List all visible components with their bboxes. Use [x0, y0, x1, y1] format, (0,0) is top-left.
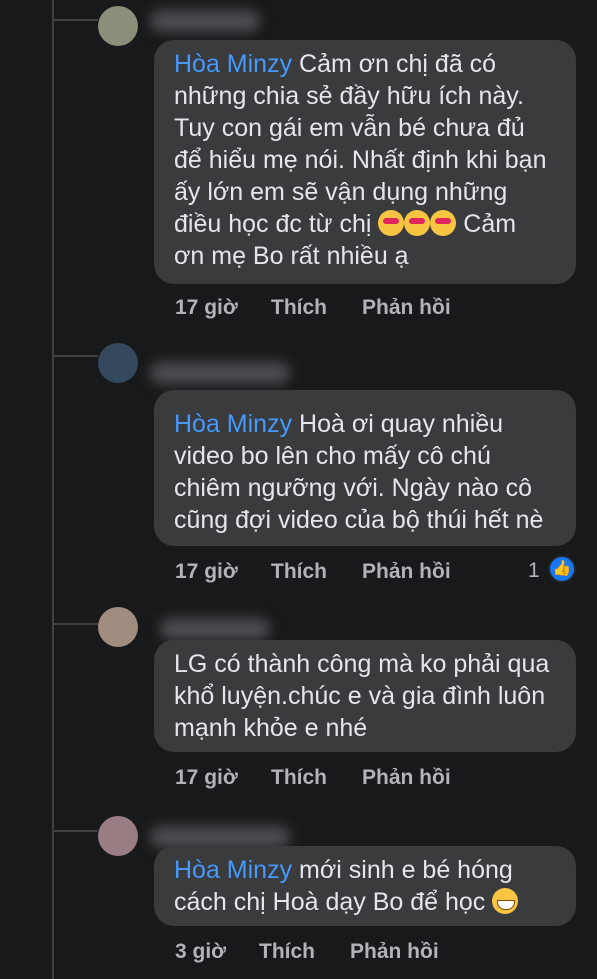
comment-text: Hòa Minzy Hoà ơi quay nhiều video bo lên…: [174, 410, 544, 534]
smiling-face-with-hearts-icon: [404, 210, 431, 236]
mention-link[interactable]: Hòa Minzy: [174, 410, 292, 438]
reaction-count[interactable]: 1: [528, 559, 540, 583]
reply-button[interactable]: Phản hồi: [362, 766, 451, 790]
avatar[interactable]: [98, 607, 138, 647]
timestamp[interactable]: 17 giờ: [175, 296, 238, 320]
comment-bubble: Hòa Minzy Cảm ơn chị đã có những chia sẻ…: [154, 40, 576, 284]
comment-text: LG có thành công mà ko phải qua khổ luyệ…: [174, 650, 550, 742]
grinning-face-icon: [492, 888, 519, 914]
thread-branch: [54, 355, 98, 357]
avatar[interactable]: [98, 343, 138, 383]
mention-link[interactable]: Hòa Minzy: [174, 50, 292, 78]
like-button[interactable]: Thích: [271, 560, 327, 584]
thread-line: [52, 0, 54, 979]
thread-branch: [54, 623, 98, 625]
reply-button[interactable]: Phản hồi: [350, 940, 439, 964]
like-button[interactable]: Thích: [259, 940, 315, 964]
timestamp[interactable]: 17 giờ: [175, 560, 238, 584]
timestamp[interactable]: 17 giờ: [175, 766, 238, 790]
comment-bubble: Hòa Minzy Hoà ơi quay nhiều video bo lên…: [154, 390, 576, 546]
reply-button[interactable]: Phản hồi: [362, 296, 451, 320]
comment-text: Hòa Minzy Cảm ơn chị đã có những chia sẻ…: [174, 50, 547, 270]
smiling-face-with-hearts-icon: [430, 210, 457, 236]
blurred-author-name[interactable]: [150, 10, 260, 32]
avatar[interactable]: [98, 6, 138, 46]
blurred-author-name[interactable]: [150, 362, 290, 384]
blurred-author-name[interactable]: [150, 826, 290, 848]
thumbs-up-icon[interactable]: 👍: [548, 555, 576, 583]
smiling-face-with-hearts-icon: [378, 210, 405, 236]
blurred-author-name[interactable]: [160, 618, 270, 640]
thread-branch: [54, 19, 98, 21]
comment-text: Hòa Minzy mới sinh e bé hóng cách chị Ho…: [174, 854, 556, 918]
thread-branch: [54, 830, 98, 832]
timestamp[interactable]: 3 giờ: [175, 940, 226, 964]
like-button[interactable]: Thích: [271, 296, 327, 320]
comment-bubble: Hòa Minzy mới sinh e bé hóng cách chị Ho…: [154, 846, 576, 926]
reply-button[interactable]: Phản hồi: [362, 560, 451, 584]
like-button[interactable]: Thích: [271, 766, 327, 790]
avatar[interactable]: [98, 816, 138, 856]
mention-link[interactable]: Hòa Minzy: [174, 856, 292, 884]
comment-bubble: LG có thành công mà ko phải qua khổ luyệ…: [154, 640, 576, 752]
